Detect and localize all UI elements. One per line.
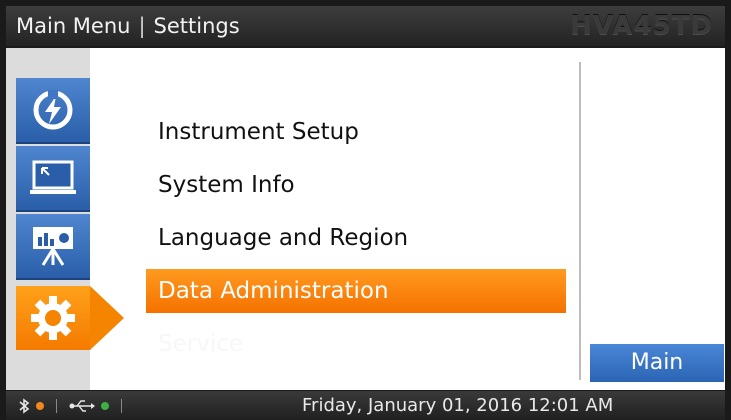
date-time: Friday, January 01, 2016 12:01 AM xyxy=(302,395,614,416)
menu-item-language-region[interactable]: Language and Region xyxy=(146,216,566,260)
status-separator xyxy=(56,398,57,413)
sidebar xyxy=(6,48,124,390)
breadcrumb-settings: Settings xyxy=(153,14,240,38)
sidebar-item-presentation[interactable] xyxy=(16,214,90,280)
usb-status-dot xyxy=(101,401,109,410)
sidebar-item-display[interactable] xyxy=(16,146,90,212)
model-name: HVA45TD xyxy=(570,11,713,41)
usb-icon xyxy=(69,399,95,413)
settings-menu: Instrument Setup System Info Language an… xyxy=(146,48,566,390)
breadcrumb: Main Menu | Settings xyxy=(16,6,240,46)
monitor-icon xyxy=(30,160,76,194)
status-bar: Friday, January 01, 2016 12:01 AM xyxy=(6,391,725,420)
menu-item-service[interactable]: Service xyxy=(146,322,566,366)
sidebar-item-power[interactable] xyxy=(16,78,90,144)
chart-board-icon xyxy=(33,227,73,266)
main-button[interactable]: Main xyxy=(590,344,724,382)
sidebar-item-settings[interactable] xyxy=(16,286,124,350)
status-icons xyxy=(18,391,134,420)
gear-icon xyxy=(31,296,75,340)
power-icon xyxy=(33,90,73,130)
breadcrumb-separator: | xyxy=(138,14,146,38)
breadcrumb-main-menu[interactable]: Main Menu xyxy=(16,14,130,38)
bluetooth-status-dot xyxy=(36,401,44,410)
divider xyxy=(579,62,581,380)
settings-screen: Instrument Setup System Info Language an… xyxy=(6,48,725,390)
bluetooth-icon xyxy=(18,397,30,414)
title-bar: Main Menu | Settings HVA45TD xyxy=(6,6,725,46)
status-separator xyxy=(121,398,122,413)
menu-item-system-info[interactable]: System Info xyxy=(146,163,566,207)
menu-item-instrument-setup[interactable]: Instrument Setup xyxy=(146,110,566,154)
menu-item-data-administration[interactable]: Data Administration xyxy=(146,269,566,313)
